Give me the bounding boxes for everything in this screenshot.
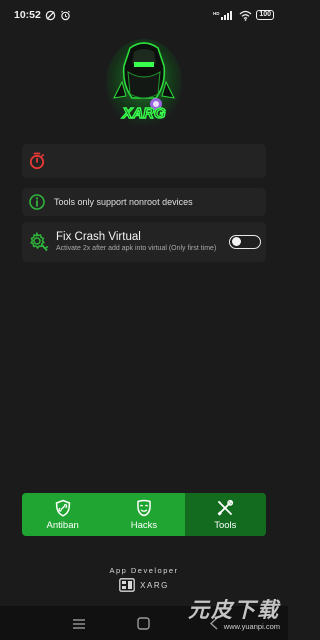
- watermark-main: 元皮下载: [188, 599, 280, 622]
- developer-logo-icon: [119, 578, 136, 592]
- nav-item-antiban[interactable]: Antiban: [22, 493, 103, 536]
- mask-icon: [135, 499, 153, 517]
- tools-icon: [216, 499, 234, 517]
- nav-item-tools[interactable]: Tools: [184, 493, 266, 536]
- home-button[interactable]: [137, 617, 150, 635]
- fix-crash-body: Fix Crash Virtual Activate 2x after add …: [56, 231, 222, 253]
- status-time: 10:52: [14, 9, 41, 21]
- battery-indicator: 100: [256, 10, 274, 20]
- shield-link-icon: [54, 499, 72, 517]
- nav-item-hacks[interactable]: Hacks: [103, 493, 184, 536]
- error-card: [22, 144, 266, 178]
- fix-crash-card[interactable]: Fix Crash Virtual Activate 2x after add …: [22, 222, 266, 262]
- developer-brand: XARG: [0, 578, 288, 592]
- app-logo: XARG: [104, 38, 184, 132]
- status-bar-left: 10:52: [14, 9, 71, 21]
- fix-crash-toggle[interactable]: [229, 235, 261, 249]
- gear-wrench-icon: [28, 231, 50, 253]
- do-not-disturb-icon: [45, 10, 56, 21]
- alarm-icon: [60, 10, 71, 21]
- nav-label-tools: Tools: [214, 519, 237, 531]
- nav-label-antiban: Antiban: [46, 519, 79, 531]
- menu-icon: [73, 619, 85, 629]
- status-bar: 10:52 HD 100: [0, 0, 288, 30]
- signal-icon: HD: [213, 10, 235, 21]
- menu-button[interactable]: [72, 617, 86, 635]
- info-icon: [28, 193, 46, 211]
- svg-text:HD: HD: [213, 11, 220, 16]
- info-card: Tools only support nonroot devices: [22, 188, 266, 216]
- bottom-nav: Antiban Hacks Tools: [22, 493, 266, 536]
- toggle-knob: [231, 237, 241, 246]
- info-text: Tools only support nonroot devices: [54, 197, 193, 207]
- logo-image: XARG: [106, 39, 182, 127]
- developer-brand-text: XARG: [140, 580, 169, 590]
- home-icon: [137, 617, 150, 630]
- status-bar-right: HD 100: [213, 10, 274, 21]
- site-watermark: 元皮下载 www.yuanpi.com: [188, 594, 280, 631]
- logo-text: XARG: [121, 105, 166, 122]
- timer-alert-icon: [28, 152, 46, 170]
- fix-crash-description: Activate 2x after add apk into virtual (…: [56, 245, 217, 252]
- wifi-icon: [239, 10, 252, 21]
- developer-title: App Developer: [109, 566, 179, 575]
- battery-level: 100: [259, 11, 271, 18]
- nav-label-hacks: Hacks: [130, 519, 158, 531]
- fix-crash-title: Fix Crash Virtual: [56, 231, 141, 243]
